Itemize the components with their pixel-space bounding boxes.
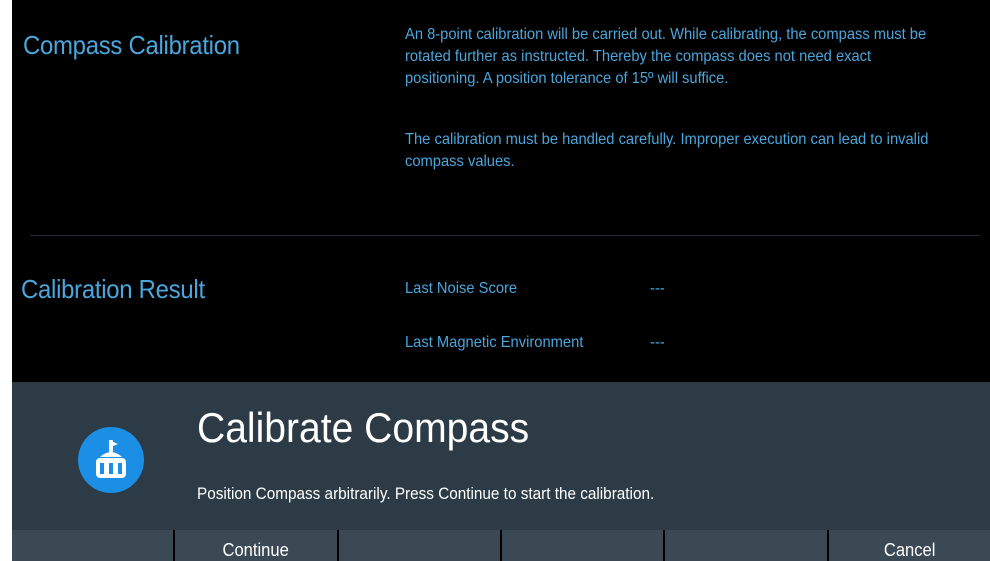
softkey-1[interactable] bbox=[12, 530, 174, 561]
cancel-button[interactable]: Cancel bbox=[828, 530, 990, 561]
cancel-label: Cancel bbox=[883, 540, 936, 560]
continue-button[interactable]: Continue bbox=[175, 530, 337, 561]
dialog-title: Calibrate Compass bbox=[197, 404, 530, 451]
last-noise-score-label: Last Noise Score bbox=[405, 280, 518, 297]
calibration-warning: The calibration must be handled carefull… bbox=[405, 131, 929, 170]
softkey-bar: Continue Cancel bbox=[12, 530, 990, 561]
last-noise-score-value: --- bbox=[650, 280, 665, 297]
continue-label: Continue bbox=[222, 540, 290, 560]
compass-calibration-title: Compass Calibration bbox=[23, 30, 240, 60]
section-divider bbox=[30, 235, 980, 236]
compass-icon bbox=[78, 427, 144, 493]
screen: Compass Calibration An 8-point calibrati… bbox=[12, 0, 990, 561]
softkey-3[interactable] bbox=[338, 530, 500, 561]
softkey-4[interactable] bbox=[501, 530, 664, 561]
calibration-instructions: An 8-point calibration will be carried o… bbox=[405, 26, 927, 87]
last-magnetic-environment-value: --- bbox=[650, 334, 665, 351]
calibration-result-title: Calibration Result bbox=[21, 274, 205, 304]
softkey-5[interactable] bbox=[665, 530, 827, 561]
dialog-message: Position Compass arbitrarily. Press Cont… bbox=[197, 484, 655, 503]
last-magnetic-environment-label: Last Magnetic Environment bbox=[405, 334, 584, 351]
calibrate-compass-dialog: Calibrate Compass Position Compass arbit… bbox=[12, 382, 990, 530]
